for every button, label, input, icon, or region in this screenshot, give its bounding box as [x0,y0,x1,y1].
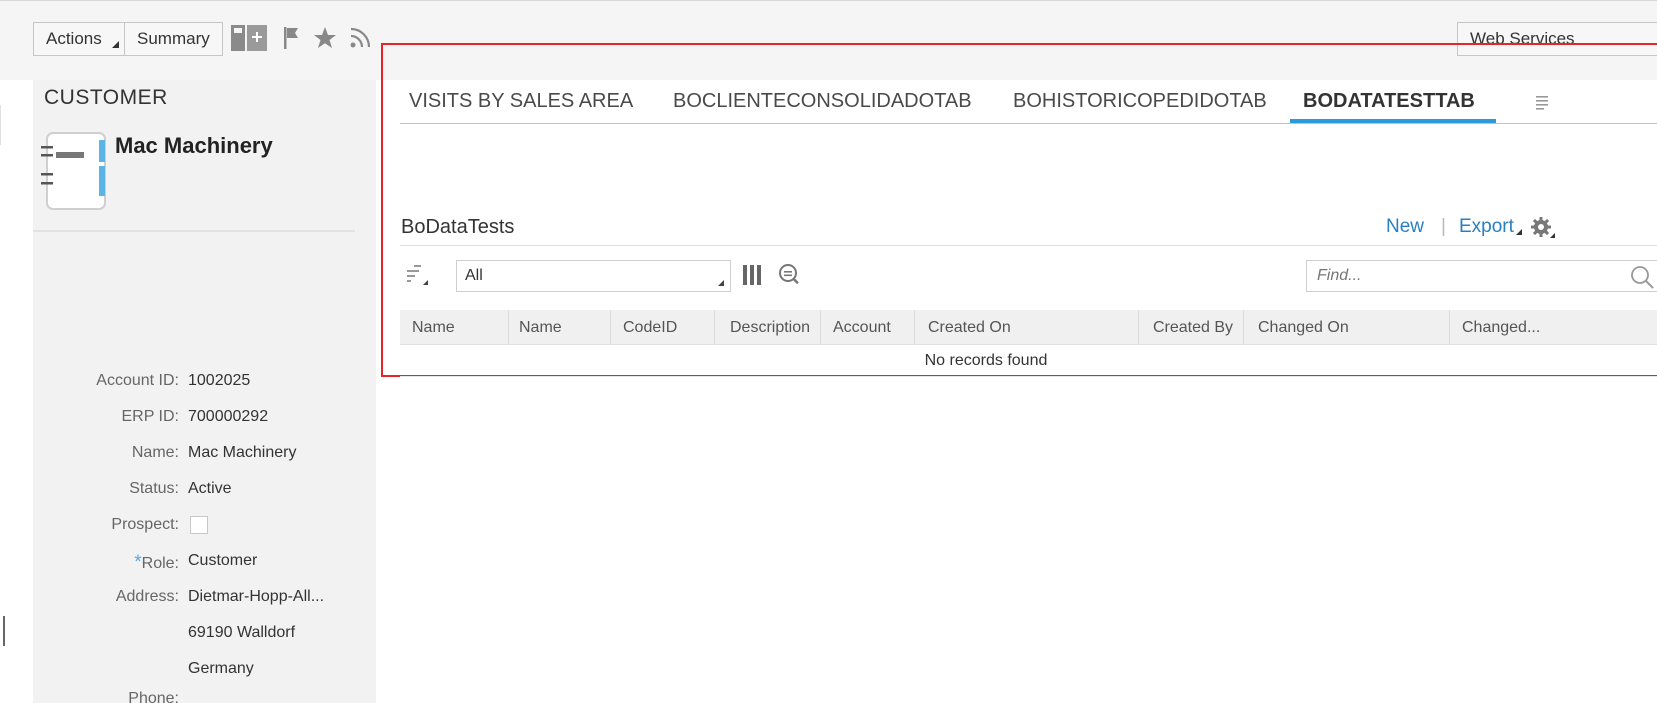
column-separator[interactable] [1243,310,1244,345]
column-separator[interactable] [610,310,611,345]
address-line-2: 69190 Walldorf [188,624,296,641]
summary-button[interactable]: Summary [124,22,223,56]
erp-id-label: ERP ID: [121,408,180,425]
tab-bar-underline [400,123,1657,124]
new-link[interactable]: New [1386,216,1424,238]
column-separator[interactable] [508,310,509,345]
account-id-value: 1002025 [188,372,251,389]
phone-label: Phone: [128,690,179,703]
summary-label: Summary [137,29,210,48]
address-line-3: Germany [188,660,254,677]
tab-bohistoricopedidotab[interactable]: BOHISTORICOPEDIDOTAB [1013,90,1267,113]
column-header-codeid[interactable]: CodeID [623,310,677,345]
columns-icon[interactable] [742,264,762,286]
filter-select-value: All [465,267,483,284]
role-value: Customer [188,552,258,569]
left-edge-marker [3,616,5,646]
link-separator: | [1441,216,1446,237]
add-table-icon[interactable] [230,23,268,53]
page: Actions Summary Web Services CUSTOMER Ma… [0,0,1657,703]
name-value: Mac Machinery [188,444,297,461]
export-link[interactable]: Export [1459,216,1514,238]
account-id-label: Account ID: [96,372,179,389]
status-value: Active [188,480,232,497]
erp-id-value: 700000292 [188,408,269,425]
status-label: Status: [129,480,179,497]
tab-bodatatesttab[interactable]: BODATATESTTAB [1303,90,1475,113]
sort-icon[interactable] [406,265,430,287]
address-label: Address: [115,588,179,605]
flag-icon[interactable] [282,23,300,53]
list-header-divider [400,245,1657,246]
section-title: CUSTOMER [44,86,168,109]
column-separator[interactable] [714,310,715,345]
filter-caret-icon [718,280,724,286]
grid-body: No records found [400,345,1657,377]
column-separator[interactable] [1449,310,1450,345]
address-line-1: Dietmar-Hopp-All... [188,588,325,605]
active-tab-indicator [1290,119,1496,123]
customer-divider [33,230,355,232]
filter-select[interactable]: All [456,260,731,292]
column-separator[interactable] [1138,310,1139,345]
column-separator[interactable] [914,310,915,345]
find-magnifier-icon[interactable] [1630,265,1654,289]
empty-records-message: No records found [924,352,1048,369]
prospect-checkbox[interactable] [190,516,208,534]
settings-gear-icon[interactable] [1530,215,1556,239]
column-header-changed[interactable]: Changed... [1462,310,1540,345]
tab-visits-by-sales-area[interactable]: VISITS BY SALES AREA [409,90,633,113]
dropdown-caret-icon [111,41,119,48]
prospect-label: Prospect: [111,516,179,533]
customer-card-icon [40,132,108,210]
find-input[interactable] [1306,260,1657,292]
left-rail-divider [0,105,6,145]
tab-overflow-list-icon[interactable] [1535,94,1551,110]
column-header-name-2[interactable]: Name [519,310,562,345]
name-label: Name: [131,444,179,461]
filter-search-icon[interactable] [777,262,801,288]
column-header-description[interactable]: Description [730,310,810,345]
actions-button[interactable]: Actions [33,22,132,56]
column-header-created-on[interactable]: Created On [928,310,1011,345]
actions-label: Actions [46,29,102,48]
column-separator[interactable] [820,310,821,345]
customer-name: Mac Machinery [115,133,273,158]
role-label-text: Role: [141,555,179,572]
column-header-name-1[interactable]: Name [412,310,455,345]
tab-boclienteconsolidadotab[interactable]: BOCLIENTECONSOLIDADOTAB [673,90,972,113]
rss-icon[interactable] [348,23,372,53]
column-header-created-by[interactable]: Created By [1153,310,1233,345]
grid-header: Name Name CodeID Description Account Cre… [400,310,1657,345]
required-star-icon: * [134,552,142,573]
list-title: BoDataTests [401,216,515,238]
role-label: *Role: [0,552,179,574]
star-icon[interactable] [312,23,338,53]
column-header-changed-on[interactable]: Changed On [1258,310,1349,345]
export-caret-icon [1516,229,1522,235]
column-header-account[interactable]: Account [833,310,891,345]
